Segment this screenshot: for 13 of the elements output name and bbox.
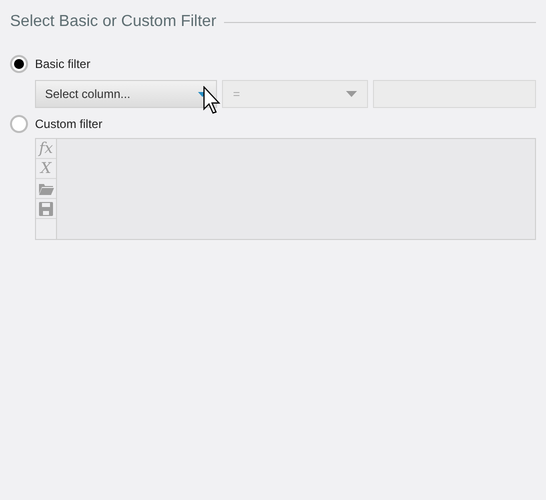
mouse-cursor-icon: [203, 86, 222, 115]
expression-editor[interactable]: fx X: [35, 138, 536, 240]
folder-icon[interactable]: [38, 182, 54, 195]
column-dropdown[interactable]: Select column...: [35, 80, 217, 108]
save-icon[interactable]: [38, 200, 54, 216]
toolbar-glyph[interactable]: fx: [36, 139, 56, 158]
radio-button[interactable]: [10, 115, 28, 133]
caret-icon: [346, 91, 357, 97]
radio-label: Custom filter: [35, 116, 102, 133]
section-title: Select Basic or Custom Filter: [10, 12, 216, 32]
radio-button[interactable]: [10, 55, 28, 73]
radio-label: Basic filter: [35, 56, 90, 73]
toolbar-glyph[interactable]: X: [36, 159, 56, 178]
